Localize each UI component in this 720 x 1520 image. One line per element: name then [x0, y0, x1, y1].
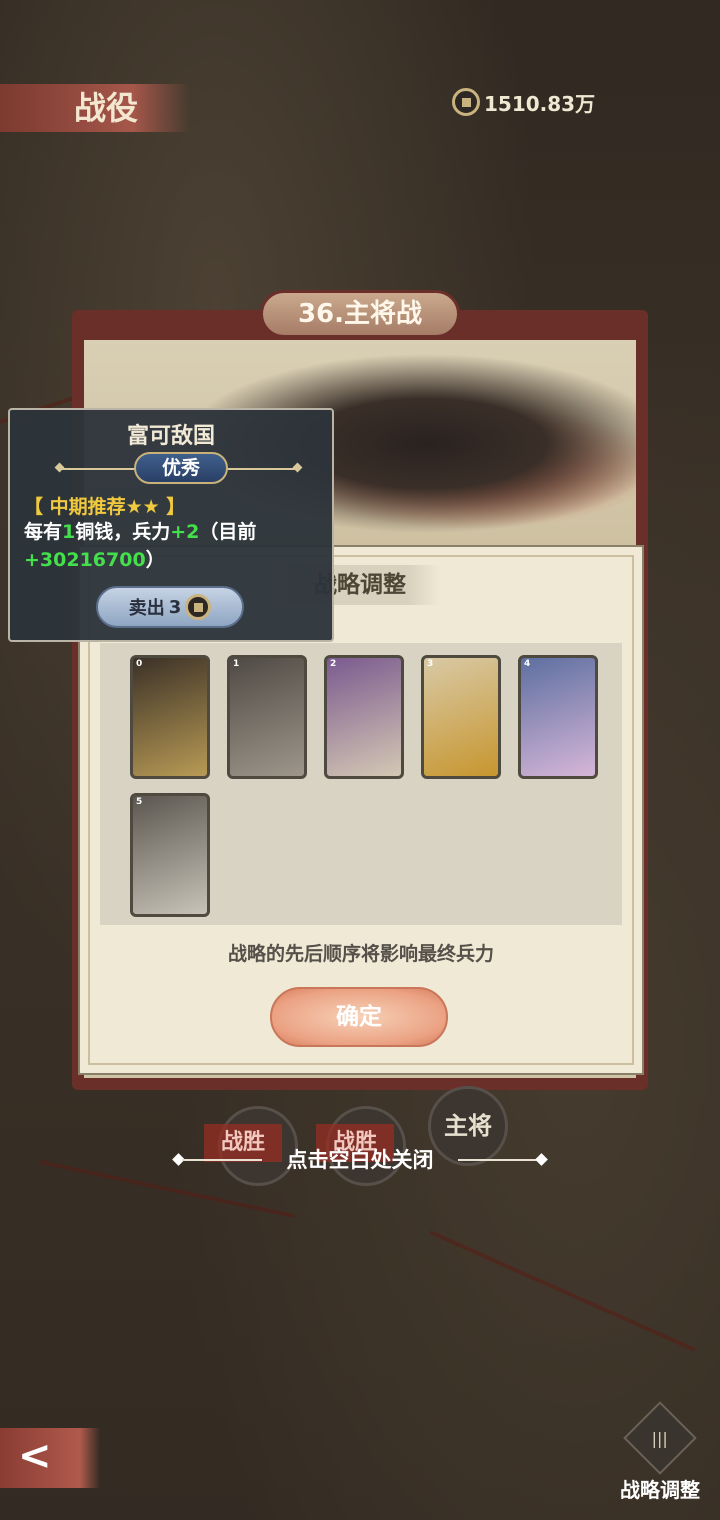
page-title: 战役: [0, 84, 190, 132]
strategy-card-area: 0 1 2 3 4 5: [100, 643, 622, 925]
army-cavalry-card[interactable]: 1: [227, 655, 307, 779]
card-index: 1: [233, 659, 240, 669]
tooltip-name: 富可敌国: [126, 424, 215, 449]
strategy-adjust-label: 战略调整: [620, 1478, 700, 1502]
sell-price: 3: [168, 596, 182, 618]
desc-number: 1: [62, 521, 76, 543]
card-index: 2: [330, 659, 337, 669]
sell-button[interactable]: 卖出 3: [96, 586, 244, 628]
strategy-bars-icon: |||: [623, 1401, 697, 1475]
close-hint: 点击空白处关闭: [168, 1142, 552, 1178]
rarity-badge: 优秀: [134, 452, 228, 484]
coin-icon: [185, 594, 212, 620]
desc-text: 每有: [24, 521, 63, 543]
strategy-hint: 战略的先后顺序将影响最终兵力: [227, 943, 494, 965]
rank-ornament: [54, 462, 65, 473]
hint-ornament: [458, 1159, 538, 1161]
card-index: 5: [136, 797, 143, 807]
hint-ornament: [535, 1153, 548, 1166]
battle-title: 36.主将战: [260, 290, 460, 338]
strategy-adjust-button[interactable]: ||| 战略调整: [608, 1401, 712, 1502]
general-portrait-card[interactable]: 2: [324, 655, 404, 779]
coin-amount: 1510.83万: [484, 91, 596, 116]
desc-total: +30216700: [24, 549, 146, 571]
sell-label: 卖出: [128, 598, 165, 619]
hint-ornament: [182, 1159, 262, 1161]
back-button[interactable]: <: [0, 1428, 100, 1488]
card-index: 0: [136, 659, 143, 669]
confirm-button[interactable]: 确定: [270, 987, 448, 1047]
rank-ornament: [292, 462, 303, 473]
desc-text: ）: [145, 549, 165, 571]
desc-text: （目前: [199, 521, 257, 543]
coin-icon: [452, 88, 480, 116]
gold-ingots-card[interactable]: 3: [421, 655, 501, 779]
coin-counter: 1510.83万: [452, 84, 595, 120]
card-index: 4: [524, 659, 531, 669]
recommend-text: 【 中期推荐★★ 】: [24, 496, 186, 518]
gold-coins-card[interactable]: 0: [130, 655, 210, 779]
close-hint-text: 点击空白处关闭: [286, 1148, 434, 1172]
two-generals-card[interactable]: 4: [518, 655, 598, 779]
desc-bonus: +2: [170, 521, 200, 543]
ink-warriors-card[interactable]: 5: [130, 793, 210, 917]
desc-text: 铜钱，兵力: [75, 521, 171, 543]
card-index: 3: [427, 659, 434, 669]
effect-description: 每有1铜钱，兵力+2（目前 +30216700）: [24, 518, 324, 574]
